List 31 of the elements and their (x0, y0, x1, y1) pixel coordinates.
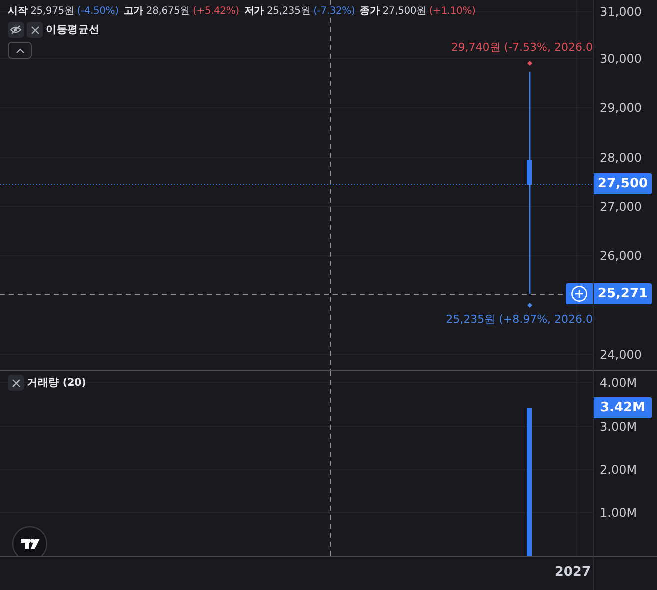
crosshair-price-badge: 25,271 (594, 284, 652, 304)
time-axis-label: 2027 (554, 565, 591, 580)
indicator-name: 이동평균선 (46, 23, 100, 37)
legend-change: (-4.50%) (77, 6, 119, 16)
volume-axis-label: 3.00M (600, 420, 638, 434)
price-axis-label: 30,000 (600, 52, 642, 66)
price-axis-label: 26,000 (600, 249, 642, 263)
volume-badge: 3.42M (594, 398, 652, 418)
last-price-badge: 27,500 (594, 174, 652, 194)
volume-axis-label: 4.00M (600, 376, 638, 390)
price-axis-label: 24,000 (600, 348, 642, 362)
low-price-label: 25,235원 (+8.97%, 2026.0 (446, 312, 593, 327)
volume-title: 거래량 (20) (27, 376, 86, 390)
price-axis-label: 28,000 (600, 151, 642, 165)
price-axis-label: 27,000 (600, 200, 642, 214)
legend-label: 저가 (244, 5, 264, 18)
legend-label: 고가 (124, 5, 144, 18)
legend-value: 28,675원 (146, 5, 190, 18)
high-price-label: 29,740원 (-7.53%, 2026.0 (451, 40, 593, 55)
legend-value: 27,500원 (382, 5, 426, 18)
legend-change: (-7.32%) (314, 6, 356, 16)
legend-value: 25,975원 (30, 5, 74, 18)
volume-axis-label: 2.00M (600, 463, 638, 477)
price-axis-label: 29,000 (600, 101, 642, 115)
legend-change: (+5.42%) (193, 6, 240, 16)
legend-value: 25,235원 (266, 5, 311, 18)
legend-label: 시작 (8, 5, 28, 18)
volume-axis-label: 1.00M (600, 506, 638, 520)
legend-change: (+1.10%) (429, 6, 476, 16)
price-axis-label: 31,000 (600, 5, 642, 19)
legend-label: 종가 (360, 5, 380, 18)
